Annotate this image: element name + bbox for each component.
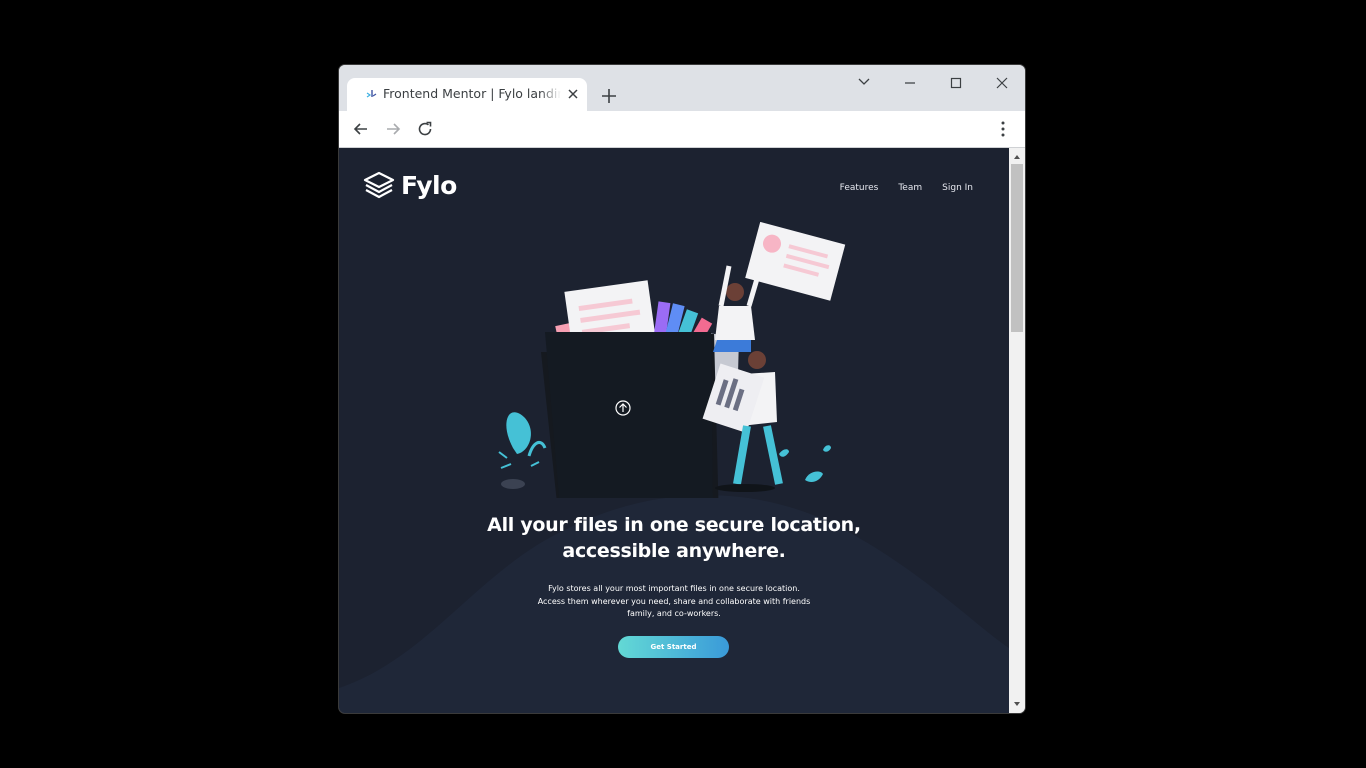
browser-tab[interactable]: Frontend Mentor | Fylo landing page bbox=[347, 78, 587, 111]
reload-icon[interactable] bbox=[414, 118, 436, 140]
nav-features[interactable]: Features bbox=[840, 183, 879, 193]
layers-logo-icon bbox=[363, 171, 395, 199]
maximize-icon[interactable] bbox=[936, 69, 976, 97]
get-started-button[interactable]: Get Started bbox=[618, 636, 729, 658]
fylo-logo[interactable]: Fylo bbox=[363, 170, 457, 200]
page-viewport: Fylo Features Team Sign In All your file… bbox=[339, 148, 1009, 713]
headline-line-1: All your files in one secure location, bbox=[487, 514, 861, 536]
hero-headline: All your files in one secure location, a… bbox=[339, 512, 1009, 564]
scroll-up-arrow-icon[interactable] bbox=[1009, 150, 1025, 164]
headline-line-2: accessible anywhere. bbox=[562, 540, 786, 562]
back-arrow-icon[interactable] bbox=[350, 118, 372, 140]
browser-window: Frontend Mentor | Fylo landing page bbox=[339, 65, 1025, 713]
logo-text: Fylo bbox=[401, 170, 457, 200]
frontend-mentor-icon bbox=[366, 90, 377, 98]
tab-strip: Frontend Mentor | Fylo landing page bbox=[339, 65, 1025, 111]
vertical-scrollbar[interactable] bbox=[1009, 148, 1025, 713]
minimize-icon[interactable] bbox=[890, 69, 930, 97]
close-icon[interactable] bbox=[982, 69, 1022, 97]
tab-title: Frontend Mentor | Fylo landing page bbox=[383, 86, 561, 101]
nav-team[interactable]: Team bbox=[898, 183, 922, 193]
forward-arrow-icon[interactable] bbox=[382, 118, 404, 140]
tab-search-icon[interactable] bbox=[844, 69, 884, 97]
main-nav: Features Team Sign In bbox=[840, 183, 973, 193]
scroll-thumb[interactable] bbox=[1011, 164, 1023, 332]
hero-subtext: Fylo stores all your most important file… bbox=[537, 584, 811, 618]
hero-illustration bbox=[498, 222, 846, 498]
scroll-down-arrow-icon[interactable] bbox=[1009, 697, 1025, 711]
new-tab-plus-icon[interactable] bbox=[598, 85, 620, 107]
nav-sign-in[interactable]: Sign In bbox=[942, 183, 973, 193]
kebab-menu-icon[interactable] bbox=[992, 118, 1014, 140]
browser-toolbar bbox=[339, 111, 1025, 148]
tab-close-icon[interactable] bbox=[565, 86, 581, 102]
